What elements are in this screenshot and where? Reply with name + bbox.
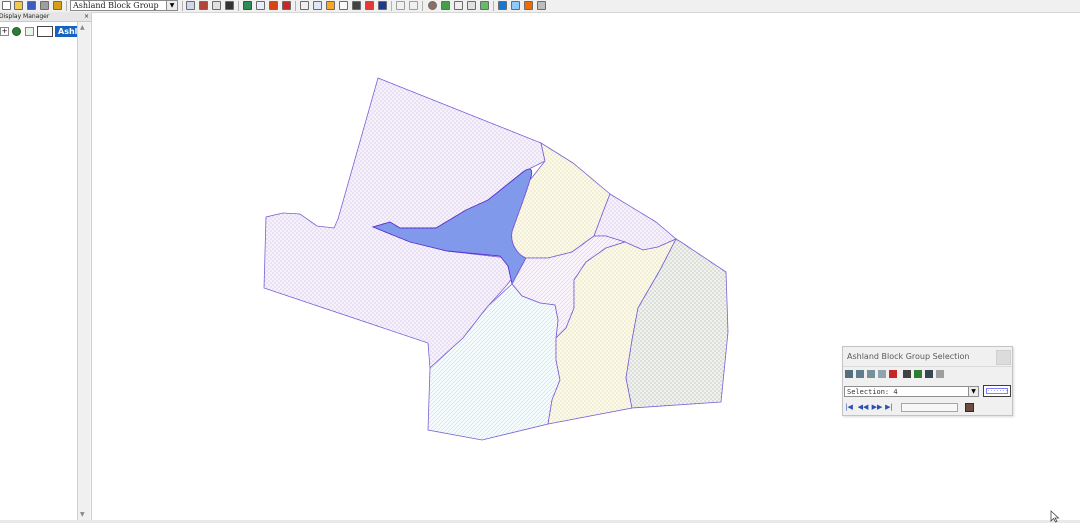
layer-item-ashland[interactable]: Ashland Block Group	[55, 26, 77, 37]
record-progress-bar	[901, 403, 958, 412]
layers-icon[interactable]	[511, 1, 520, 10]
toolbar-separator	[182, 1, 183, 11]
last-record-button[interactable]: ▶|	[885, 402, 893, 412]
selection-select[interactable]: Selection: 4 ▼	[844, 386, 979, 397]
theme-icon[interactable]	[243, 1, 252, 10]
frame-icon[interactable]	[441, 1, 450, 10]
clear-selection-icon[interactable]	[889, 370, 897, 378]
previous-record-button[interactable]: ◀◀	[857, 402, 869, 412]
scissors-icon[interactable]	[212, 1, 221, 10]
pan-icon[interactable]	[339, 1, 348, 10]
toolbar-separator	[66, 1, 67, 11]
shape-icon[interactable]	[537, 1, 546, 10]
layer-list-scrollbar[interactable]: ▲ ▼	[78, 22, 90, 520]
visibility-check-icon[interactable]	[12, 27, 21, 36]
select-add-icon[interactable]	[867, 370, 875, 378]
layer-style-swatch[interactable]	[37, 26, 53, 37]
settings-icon[interactable]	[965, 403, 974, 412]
database-icon[interactable]	[914, 370, 922, 378]
binoculars-icon[interactable]	[225, 1, 234, 10]
close-icon[interactable]	[996, 350, 1011, 365]
chevron-down-icon[interactable]: ▼	[166, 1, 177, 10]
edit-icon[interactable]	[524, 1, 533, 10]
selection-window-title: Ashland Block Group Selection	[847, 352, 970, 361]
undo-icon[interactable]	[396, 1, 405, 10]
active-layer-select[interactable]: Ashland Block Group ▼	[70, 0, 178, 11]
zoom-extent-icon[interactable]	[352, 1, 361, 10]
record-navigator: |◀ ◀◀ ▶▶ ▶|	[843, 402, 1012, 415]
toolbar-separator	[493, 1, 494, 11]
toolbar-separator	[391, 1, 392, 11]
next-record-button[interactable]: ▶▶	[871, 402, 883, 412]
pin-icon[interactable]	[326, 1, 335, 10]
toolbar-separator	[295, 1, 296, 11]
active-layer-value: Ashland Block Group	[73, 1, 159, 10]
selection-window: Ashland Block Group Selection Selection:…	[842, 346, 1013, 416]
layout-icon[interactable]	[199, 1, 208, 10]
display-manager-titlebar: Display Manager ×	[0, 12, 91, 22]
save-icon[interactable]	[27, 1, 36, 10]
zoom-to-selection-icon[interactable]	[925, 370, 933, 378]
target-icon[interactable]	[428, 1, 437, 10]
stack-icon[interactable]	[300, 1, 309, 10]
flag-icon[interactable]	[282, 1, 291, 10]
redo-icon[interactable]	[409, 1, 418, 10]
expand-icon[interactable]: +	[0, 27, 9, 36]
scroll-down-icon[interactable]: ▼	[80, 511, 85, 518]
mouse-cursor-icon	[1050, 510, 1060, 523]
table-icon[interactable]	[186, 1, 195, 10]
first-record-button[interactable]: |◀	[845, 402, 853, 412]
document-icon[interactable]	[313, 1, 322, 10]
layer-list: + Ashland Block Group	[0, 22, 78, 520]
new-file-icon[interactable]	[2, 1, 11, 10]
main-toolbar: Ashland Block Group ▼	[0, 0, 1080, 13]
grid-icon[interactable]	[256, 1, 265, 10]
map-canvas[interactable]	[92, 13, 1080, 520]
close-icon[interactable]: ×	[84, 12, 89, 21]
arrow-icon[interactable]	[454, 1, 463, 10]
grid-view-icon[interactable]	[936, 370, 944, 378]
display-manager-panel: Display Manager × + Ashland Block Group …	[0, 12, 92, 520]
scroll-up-icon[interactable]: ▲	[80, 24, 85, 31]
toolbar-separator	[238, 1, 239, 11]
print-preview-icon[interactable]	[53, 1, 62, 10]
picture-icon[interactable]	[480, 1, 489, 10]
select-remove-icon[interactable]	[878, 370, 886, 378]
network-icon[interactable]	[498, 1, 507, 10]
select-pointer-icon[interactable]	[845, 370, 853, 378]
add-record-icon[interactable]	[903, 370, 911, 378]
selection-style-swatch[interactable]	[983, 385, 1011, 397]
flag-blue-icon[interactable]	[378, 1, 387, 10]
toolbar-separator	[422, 1, 423, 11]
sparkle-icon[interactable]	[269, 1, 278, 10]
selection-value: Selection: 4	[847, 388, 898, 396]
flag-red-icon[interactable]	[365, 1, 374, 10]
selectable-icon[interactable]	[25, 27, 34, 36]
select-zoom-icon[interactable]	[856, 370, 864, 378]
open-folder-icon[interactable]	[14, 1, 23, 10]
print-icon[interactable]	[40, 1, 49, 10]
pencil-icon[interactable]	[467, 1, 476, 10]
display-manager-title: Display Manager	[0, 13, 50, 20]
selection-toolbar	[843, 366, 1012, 381]
chevron-down-icon[interactable]: ▼	[968, 387, 978, 396]
